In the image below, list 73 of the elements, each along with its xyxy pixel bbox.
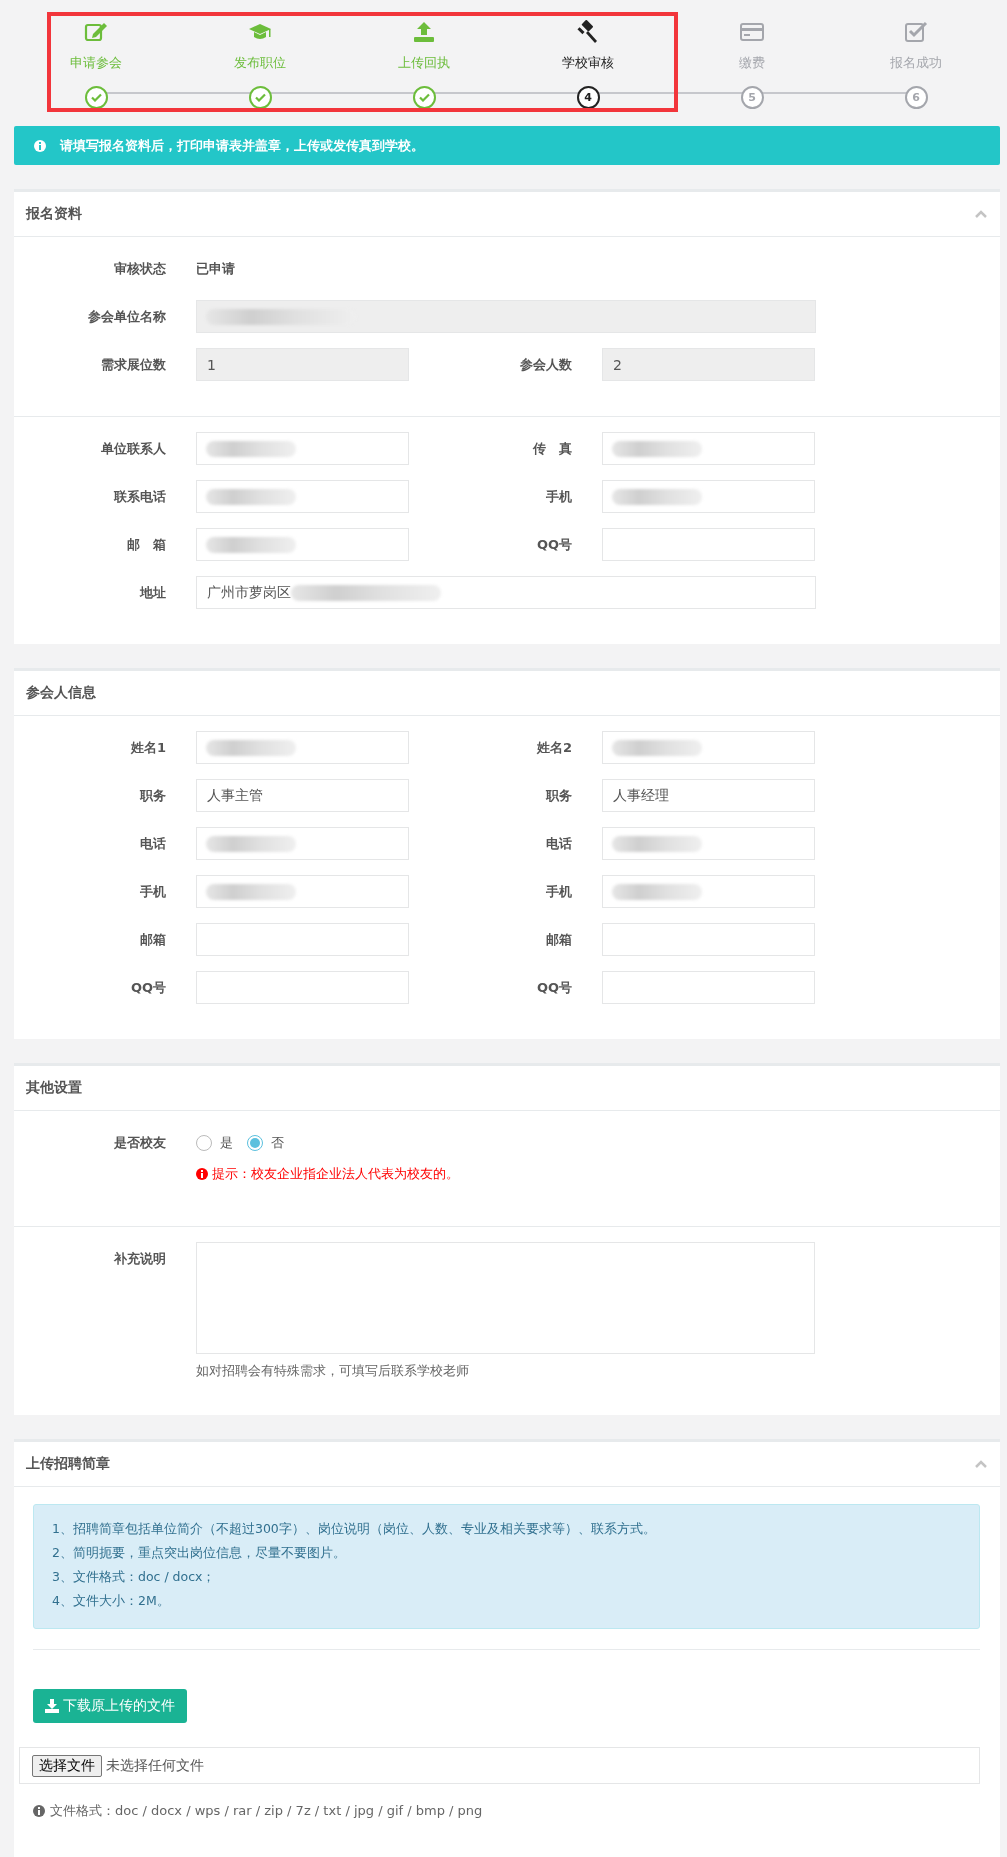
radio-label[interactable]: 是 [220,1133,233,1152]
format-note: 文件格式：doc / docx / wps / rar / zip / 7z / txt / jpg / gif / bmp / png [50,1802,483,1820]
collapse-icon[interactable] [974,209,988,219]
file-input[interactable]: 选择文件 未选择任何文件 [19,1747,980,1784]
field-label: 联系电话 [113,487,166,506]
field-label: 需求展位数 [100,355,166,374]
field-label: QQ号 [535,535,572,554]
panel-title: 其他设置 [26,1079,82,1097]
field-label: 手机 [545,487,572,506]
step-label: 发布职位 [234,54,286,72]
field-label: 姓名2 [535,738,572,757]
field-label: 参会单位名称 [87,307,166,326]
text-field[interactable] [602,971,815,1004]
collapse-icon[interactable] [974,1459,988,1469]
step-label: 上传回执 [398,54,450,72]
field-label: 手机 [139,882,166,901]
field-label: 邮箱 [545,930,572,949]
check-icon [90,93,102,102]
field-label: 手机 [545,882,572,901]
choose-file-button[interactable]: 选择文件 [32,1754,102,1777]
field-label: 邮 箱 [126,535,166,554]
text-field[interactable] [196,971,409,1004]
field-label: QQ号 [535,978,572,997]
file-status: 未选择任何文件 [106,1756,204,1775]
field-label: 审核状态 [113,259,166,278]
radio-button[interactable] [196,1134,212,1151]
text-field[interactable] [602,923,815,956]
step-marker: 5 [740,86,764,109]
panel-title: 上传招聘简章 [26,1455,110,1473]
field-label: 地址 [138,583,166,602]
help-text: 如对招聘会有特殊需求，可填写后联系学校老师 [196,1362,470,1380]
info-icon [196,1168,208,1180]
step-label: 报名成功 [890,54,942,72]
field-label: 单位联系人 [100,439,166,458]
text-field[interactable]: 人事经理 [602,779,815,812]
radio-label[interactable]: 否 [271,1133,284,1152]
text-field[interactable]: 人事主管 [196,779,409,812]
tip-text: 提示：校友企业指企业法人代表为校友的。 [212,1165,459,1183]
info-icon [34,139,46,152]
field-label: 邮箱 [139,930,166,949]
field-label: 传 真 [531,439,572,458]
field-label: 电话 [139,834,166,853]
field-label: 是否校友 [113,1134,166,1152]
field-label: 电话 [545,834,572,853]
notice-line: 2、简明扼要，重点突出岗位信息，尽量不要图片。 [52,1545,347,1562]
download-icon [45,1699,59,1713]
check-icon [418,93,430,102]
step-label: 申请参会 [70,54,122,72]
step-label: 学校审核 [562,54,614,72]
step-marker: 4 [576,86,600,109]
field-label: 姓名1 [129,738,166,757]
text-field[interactable] [602,528,815,561]
field-label: 参会人数 [519,355,572,374]
step-marker: 6 [904,86,928,109]
panel-title: 参会人信息 [26,684,96,702]
field-label: 职务 [545,786,572,805]
check-icon [254,93,266,102]
field-label: 职务 [139,786,166,805]
info-icon [33,1805,45,1817]
text-field[interactable] [196,923,409,956]
field-label: QQ号 [129,978,166,997]
text-field[interactable]: 1 [196,348,409,381]
status-value: 已申请 [196,259,235,278]
notice-line: 1、招聘简章包括单位简介（不超过300字）、岗位说明（岗位、人数、专业及相关要求等）、联系方式。 [52,1521,657,1538]
alert-text: 请填写报名资料后，打印申请表并盖章，上传或发传真到学校。 [60,136,424,155]
notice-line: 4、文件大小：2M。 [52,1593,171,1610]
step-label: 缴费 [739,54,765,72]
radio-button[interactable] [247,1134,263,1151]
field-label: 补充说明 [113,1250,166,1268]
text-field[interactable]: 2 [602,348,815,381]
notice-line: 3、文件格式：doc / docx； [52,1569,217,1586]
panel-title: 报名资料 [26,205,82,223]
textarea-field[interactable] [196,1242,815,1354]
